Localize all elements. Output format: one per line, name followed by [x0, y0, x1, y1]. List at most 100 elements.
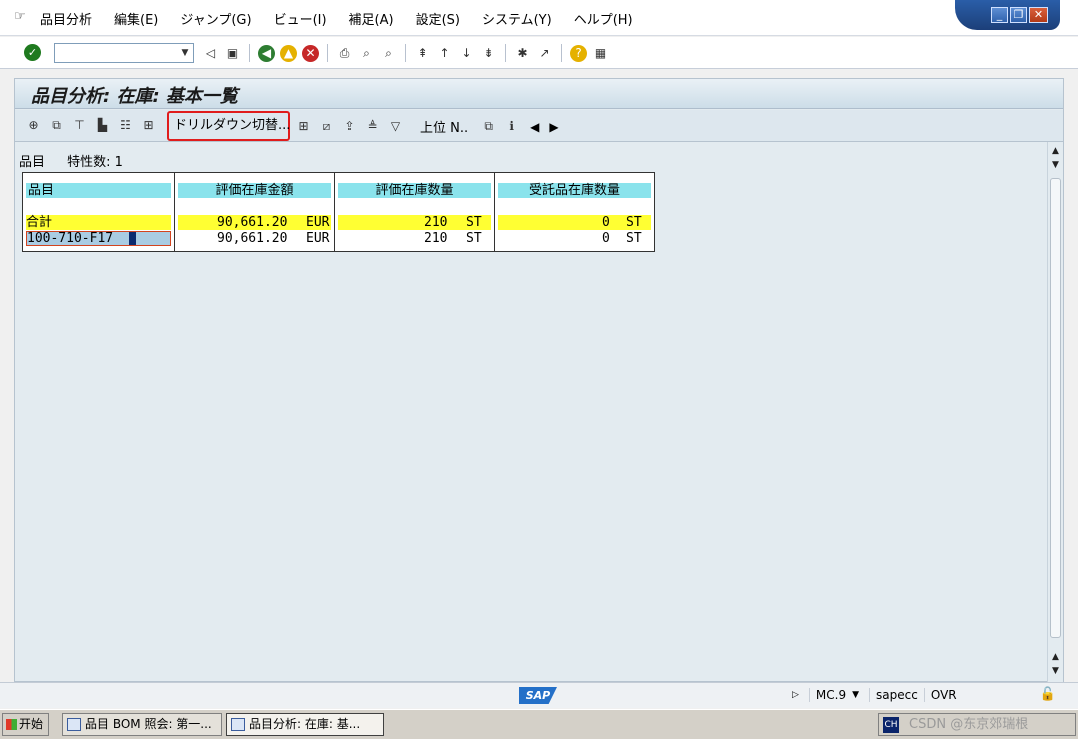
help-icon[interactable]: ? [570, 44, 587, 62]
menu-window-icon[interactable]: ☞ [14, 10, 28, 24]
menu-goto[interactable]: ジャンプ(G) [180, 9, 251, 28]
chart-icon[interactable]: ⧄ [318, 118, 335, 135]
total-consignment-stock: 0 ST [498, 215, 651, 230]
column-header-stock-quantity[interactable]: 評価在庫数量 [338, 183, 491, 198]
consignment-stock-column: 受託品在庫数量 0 ST 0 ST [495, 173, 654, 251]
command-dropdown-icon[interactable]: ▼ [177, 44, 193, 62]
windows-taskbar: 开始 品目 BOM 照会: 第一... 品目分析: 在庫: 基... CH CS… [0, 709, 1078, 739]
application-toolbar: ⊕ ⧉ ⊤ ▙ ☷ ⊞ ドリルダウン切替... ⊞ ⧄ ⇪ ≜ ▽ 上位 N..… [15, 110, 1063, 142]
analysis-table: 品目 合計 100-710-F17 評価在庫金額 90,661.20 EUR 9… [22, 172, 655, 252]
hierarchy-icon[interactable]: ⊞ [140, 117, 157, 134]
total-stock-quantity: 210 ST [338, 215, 491, 230]
material-number[interactable]: 100-710-F17 [27, 231, 113, 246]
toolbar-separator [249, 44, 250, 62]
app-toolbar-left-icons: ⊕ ⧉ ⊤ ▙ ☷ ⊞ [25, 117, 157, 134]
menu-help[interactable]: ヘルプ(H) [574, 9, 633, 28]
item-consignment-stock: 0 ST [498, 231, 651, 246]
close-button[interactable]: ✕ [1029, 7, 1048, 23]
start-button[interactable]: 开始 [2, 713, 49, 736]
find-icon[interactable]: ⌕ [358, 45, 375, 62]
status-expand-icon[interactable]: ▷ [792, 690, 809, 700]
tray-watermark: CSDN @东京郊瑞根 [909, 717, 1029, 732]
sap-window-icon [231, 718, 245, 731]
new-session-icon[interactable]: ✱ [514, 45, 531, 62]
total-stock-quantity-amount: 210 [424, 215, 448, 230]
column-header-stock-value[interactable]: 評価在庫金額 [178, 183, 331, 198]
save-icon[interactable]: ▣ [224, 45, 241, 62]
stock-value-column: 評価在庫金額 90,661.20 EUR 90,661.20 EUR [175, 173, 335, 251]
start-label: 开始 [19, 717, 44, 731]
toolbar-separator [405, 44, 406, 62]
menu-settings[interactable]: 設定(S) [416, 9, 460, 28]
layout-menu-icon[interactable]: ▦ [592, 45, 609, 62]
material-column: 品目 合計 100-710-F17 [23, 173, 175, 251]
previous-page-icon[interactable]: ↑ [436, 45, 453, 62]
scroll-down-icon[interactable]: ▲ [1048, 650, 1063, 664]
menu-system[interactable]: システム(Y) [482, 9, 552, 28]
stock-quantity-column: 評価在庫数量 210 ST 210 ST [335, 173, 495, 251]
total-stock-value-currency: EUR [306, 215, 330, 230]
switch-list-icon[interactable]: ⧉ [48, 117, 65, 134]
status-bar: SAP ▷ MC.9 ▼ sapecc OVR 🔓 [0, 682, 1078, 708]
taskbar-item-material-analysis[interactable]: 品目分析: 在庫: 基... [226, 713, 384, 736]
sort-icon[interactable]: ≜ [364, 118, 381, 135]
info-icon[interactable]: ℹ [503, 118, 520, 135]
total-stock-quantity-unit: ST [466, 215, 482, 230]
vertical-scrollbar[interactable]: ▲ ▼ ▲ ▼ [1047, 142, 1063, 682]
menu-view[interactable]: ビュー(I) [274, 9, 327, 28]
first-page-icon[interactable]: ⇞ [414, 45, 431, 62]
collapse-left-icon[interactable]: ◁ [202, 45, 219, 62]
scrollbar-thumb[interactable] [1050, 178, 1061, 638]
material-row-label[interactable]: 100-710-F17 [26, 231, 171, 246]
enter-check-icon[interactable]: ✓ [24, 44, 41, 61]
insert-mode[interactable]: OVR [923, 688, 963, 702]
standard-toolbar-icons: ◁ ▣ ◀ ▲ ✕ ⎙ ⌕ ⌕ ⇞ ↑ ↓ ⇟ ✱ ↗ ? ▦ [202, 43, 609, 63]
switch-drilldown-button[interactable]: ドリルダウン切替... [167, 111, 290, 141]
task-label: 品目分析: 在庫: 基... [249, 717, 361, 731]
restore-button[interactable]: ❐ [1010, 7, 1027, 23]
shortcut-icon[interactable]: ↗ [536, 45, 553, 62]
transaction-dropdown-icon[interactable]: ▼ [852, 690, 869, 700]
scroll-top-icon[interactable]: ▲ [1048, 144, 1063, 158]
column-header-material[interactable]: 品目 [26, 183, 171, 198]
back-icon[interactable]: ◀ [258, 44, 275, 62]
characteristic-line: 品目 特性数: 1 [19, 151, 141, 170]
scroll-bottom-icon[interactable]: ▼ [1048, 664, 1063, 678]
find-next-icon[interactable]: ⌕ [380, 45, 397, 62]
minimize-button[interactable]: _ [991, 7, 1008, 23]
previous-arrow-icon[interactable]: ◀ [530, 120, 539, 134]
item-stock-value-amount: 90,661.20 [217, 231, 288, 246]
menu-items: 品目分析 編集(E) ジャンプ(G) ビュー(I) 補足(A) 設定(S) シス… [40, 0, 655, 36]
command-field[interactable]: ▼ [54, 43, 194, 63]
top-n-icon[interactable]: ☷ [117, 117, 134, 134]
total-row-label: 合計 [26, 215, 171, 230]
item-stock-value-currency: EUR [306, 231, 330, 246]
next-page-icon[interactable]: ↓ [458, 45, 475, 62]
item-consignment-unit: ST [626, 231, 642, 246]
app-toolbar-right-icons: ⊞ ⧄ ⇪ ≜ ▽ 上位 N.. ⧉ ℹ ◀ ▶ [295, 117, 558, 136]
drilldown-hierarchy-icon[interactable]: ⊞ [295, 118, 312, 135]
total-consignment-amount: 0 [602, 215, 610, 230]
last-page-icon[interactable]: ⇟ [480, 45, 497, 62]
graphic-icon[interactable]: ▙ [94, 117, 111, 134]
exit-icon[interactable]: ▲ [280, 44, 297, 62]
print-icon[interactable]: ⎙ [336, 45, 353, 62]
top-n-button[interactable]: 上位 N.. [420, 117, 468, 136]
column-header-consignment-stock[interactable]: 受託品在庫数量 [498, 183, 651, 198]
standard-toolbar: ✓ ▼ ◁ ▣ ◀ ▲ ✕ ⎙ ⌕ ⌕ ⇞ ↑ ↓ ⇟ ✱ ↗ ? ▦ [0, 37, 1078, 69]
menu-material-analysis[interactable]: 品目分析 [40, 9, 92, 28]
next-arrow-icon[interactable]: ▶ [549, 120, 558, 134]
input-method-icon[interactable]: CH [883, 717, 899, 733]
lock-icon[interactable]: 🔓 [1040, 687, 1056, 702]
detail-icon[interactable]: ⊕ [25, 117, 42, 134]
item-consignment-amount: 0 [602, 231, 610, 246]
export-icon[interactable]: ⇪ [341, 118, 358, 135]
taskbar-item-bom[interactable]: 品目 BOM 照会: 第一... [62, 713, 222, 736]
scroll-up-icon[interactable]: ▼ [1048, 158, 1063, 172]
abc-analysis-icon[interactable]: ▽ [387, 118, 404, 135]
copy-icon[interactable]: ⧉ [480, 118, 497, 135]
cancel-icon[interactable]: ✕ [302, 44, 319, 62]
filter-icon[interactable]: ⊤ [71, 117, 88, 134]
menu-edit[interactable]: 編集(E) [114, 9, 158, 28]
menu-extras[interactable]: 補足(A) [349, 9, 394, 28]
